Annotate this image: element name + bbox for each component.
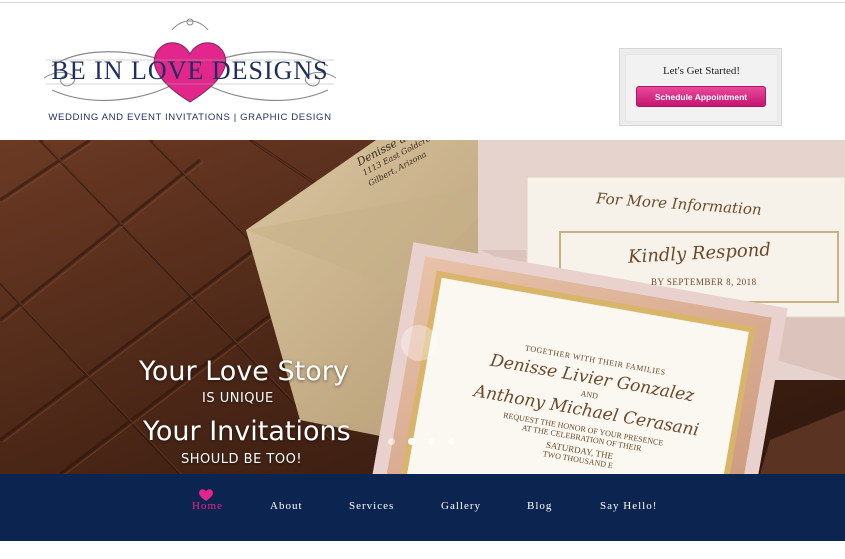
hero-headline-2: Your Invitations xyxy=(143,416,351,447)
nav-item-services[interactable]: Services xyxy=(349,500,394,512)
nav-item-say-hello[interactable]: Say Hello! xyxy=(600,500,657,512)
hero-image xyxy=(0,140,845,474)
slider-dot-active[interactable] xyxy=(408,438,415,445)
slider-dot[interactable] xyxy=(448,438,455,445)
nav-item-about[interactable]: About xyxy=(270,500,303,512)
slider-dot[interactable] xyxy=(428,438,435,445)
logo-wordmark: BE IN LOVE DESIGNS xyxy=(51,56,329,85)
hero-headline-1: Your Love Story xyxy=(139,356,349,387)
nav-item-gallery[interactable]: Gallery xyxy=(441,500,481,512)
slider-dot[interactable] xyxy=(388,438,395,445)
hero-slider: Denisse and 1113 East Goldcrest Gilbert,… xyxy=(0,140,845,474)
logo-tagline: WEDDING AND EVENT INVITATIONS | GRAPHIC … xyxy=(48,112,332,123)
cta-box: Let's Get Started! Schedule Appointment xyxy=(619,48,782,126)
bottom-strip xyxy=(0,541,845,559)
slider-overlay-circle[interactable] xyxy=(401,325,437,361)
card-rsvp-date: BY SEPTEMBER 8, 2018 xyxy=(651,277,757,287)
heart-icon xyxy=(199,489,213,501)
nav-item-blog[interactable]: Blog xyxy=(527,500,552,512)
hero-subline-2: SHOULD BE TOO! xyxy=(181,452,303,467)
hero-subline-1: IS UNIQUE xyxy=(202,391,274,406)
top-divider xyxy=(0,2,845,3)
slider-dots xyxy=(388,438,455,445)
main-nav: Home About Services Gallery Blog Say Hel… xyxy=(0,474,845,541)
schedule-appointment-button[interactable]: Schedule Appointment xyxy=(636,86,766,107)
site-logo[interactable]: BE IN LOVE DESIGNS WEDDING AND EVENT INV… xyxy=(42,16,338,128)
cta-title: Let's Get Started! xyxy=(662,65,741,77)
